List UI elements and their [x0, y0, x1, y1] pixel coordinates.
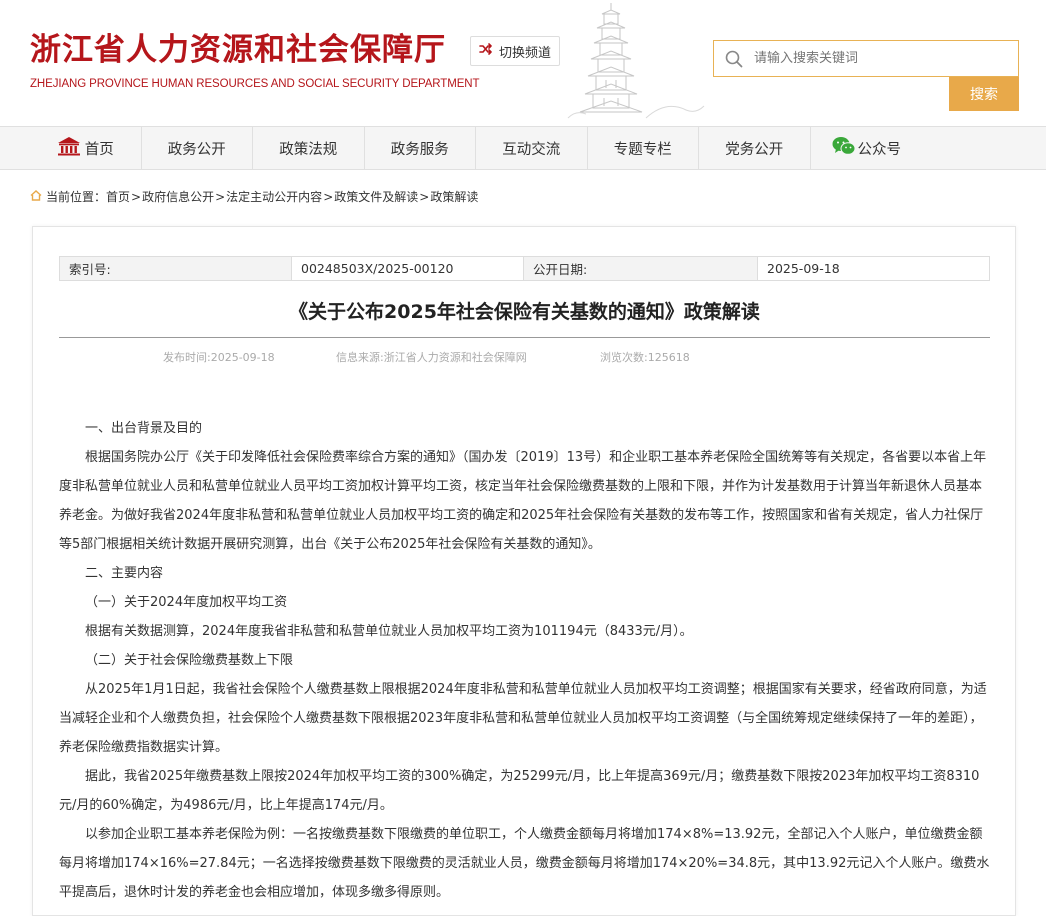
article-body: 一、出台背景及目的 根据国务院办公厅《关于印发降低社会保险费率综合方案的通知》（…	[59, 414, 990, 907]
search-input[interactable]	[754, 41, 1004, 76]
site-title-en: ZHEJIANG PROVINCE HUMAN RESOURCES AND SO…	[30, 78, 480, 90]
view-count: 浏览次数:125618	[600, 351, 690, 364]
subsection-heading: （一）关于2024年度加权平均工资	[85, 595, 288, 610]
breadcrumb-separator: >	[131, 189, 142, 204]
nav-item-policies[interactable]: 政策法规	[253, 127, 365, 169]
site-header: 浙江省人力资源和社会保障厅 ZHEJIANG PROVINCE HUMAN RE…	[0, 0, 1046, 126]
info-source: 信息来源:浙江省人力资源和社会保障网	[336, 351, 527, 364]
home-building-icon	[57, 136, 81, 160]
section-heading: 二、主要内容	[85, 566, 164, 581]
date-value: 2025-09-18	[757, 256, 990, 281]
search-box	[713, 40, 1019, 77]
paragraph: 根据国务院办公厅《关于印发降低社会保险费率综合方案的通知》（国办发〔2019〕1…	[59, 450, 987, 552]
paragraph: 从2025年1月1日起，我省社会保险个人缴费基数上限根据2024年度非私营和私营…	[59, 682, 987, 755]
breadcrumb-home[interactable]: 首页	[106, 188, 130, 205]
title-divider	[59, 337, 990, 338]
search-icon[interactable]	[714, 40, 754, 77]
publish-time: 发布时间:2025-09-18	[163, 351, 275, 364]
nav-item-topics[interactable]: 专题专栏	[588, 127, 699, 169]
breadcrumb-gov-info[interactable]: 政府信息公开	[142, 188, 214, 205]
index-label: 索引号:	[59, 256, 292, 281]
nav-label: 首页	[84, 141, 114, 158]
breadcrumb-policy-docs[interactable]: 政策文件及解读	[334, 188, 418, 205]
date-label: 公开日期:	[523, 256, 758, 281]
breadcrumb-separator: >	[215, 189, 226, 204]
breadcrumb: 当前位置： 首页 > 政府信息公开 > 法定主动公开内容 > 政策文件及解读 >…	[30, 188, 478, 205]
paragraph: 据此，我省2025年缴费基数上限按2024年加权平均工资的300%确定，为252…	[59, 769, 980, 813]
subsection-heading: （二）关于社会保险缴费基数上下限	[85, 653, 294, 668]
home-icon	[30, 189, 42, 204]
paragraph: 以参加企业职工基本养老保险为例：一名按缴费基数下限缴费的单位职工，个人缴费金额每…	[59, 827, 990, 900]
switch-channel-label: 切换频道	[498, 45, 551, 61]
shuffle-icon	[479, 43, 493, 59]
nav-item-home[interactable]: 首页	[30, 127, 142, 169]
breadcrumb-legal-content[interactable]: 法定主动公开内容	[226, 188, 322, 205]
main-nav: 首页 政务公开 政策法规 政务服务 互动交流 专题专栏 党务公开 公众号	[0, 126, 1046, 170]
breadcrumb-prefix: 当前位置：	[46, 190, 107, 204]
site-title[interactable]: 浙江省人力资源和社会保障厅	[30, 24, 446, 69]
nav-item-services[interactable]: 政务服务	[365, 127, 476, 169]
nav-item-party-affairs[interactable]: 党务公开	[699, 127, 811, 169]
article-title: 《关于公布2025年社会保险有关基数的通知》政策解读	[289, 301, 760, 323]
article-meta-table: 索引号: 00248503X/2025-00120 公开日期: 2025-09-…	[59, 256, 990, 281]
breadcrumb-policy-interpretation[interactable]: 政策解读	[430, 188, 478, 205]
paragraph: 根据有关数据测算，2024年度我省非私营和私营单位就业人员加权平均工资为1011…	[85, 624, 693, 639]
pagoda-illustration	[567, 3, 705, 119]
nav-item-government-affairs[interactable]: 政务公开	[142, 127, 253, 169]
article-panel: 索引号: 00248503X/2025-00120 公开日期: 2025-09-…	[32, 226, 1016, 916]
nav-item-wechat[interactable]: 公众号	[811, 127, 923, 169]
nav-item-interaction[interactable]: 互动交流	[476, 127, 588, 169]
search-button[interactable]: 搜索	[949, 77, 1019, 111]
index-value: 00248503X/2025-00120	[291, 256, 524, 281]
breadcrumb-separator: >	[419, 189, 430, 204]
wechat-icon	[832, 136, 856, 160]
switch-channel-button[interactable]: 切换频道	[470, 36, 560, 66]
section-heading: 一、出台背景及目的	[85, 421, 203, 436]
nav-label: 公众号	[857, 141, 902, 158]
breadcrumb-separator: >	[323, 189, 334, 204]
